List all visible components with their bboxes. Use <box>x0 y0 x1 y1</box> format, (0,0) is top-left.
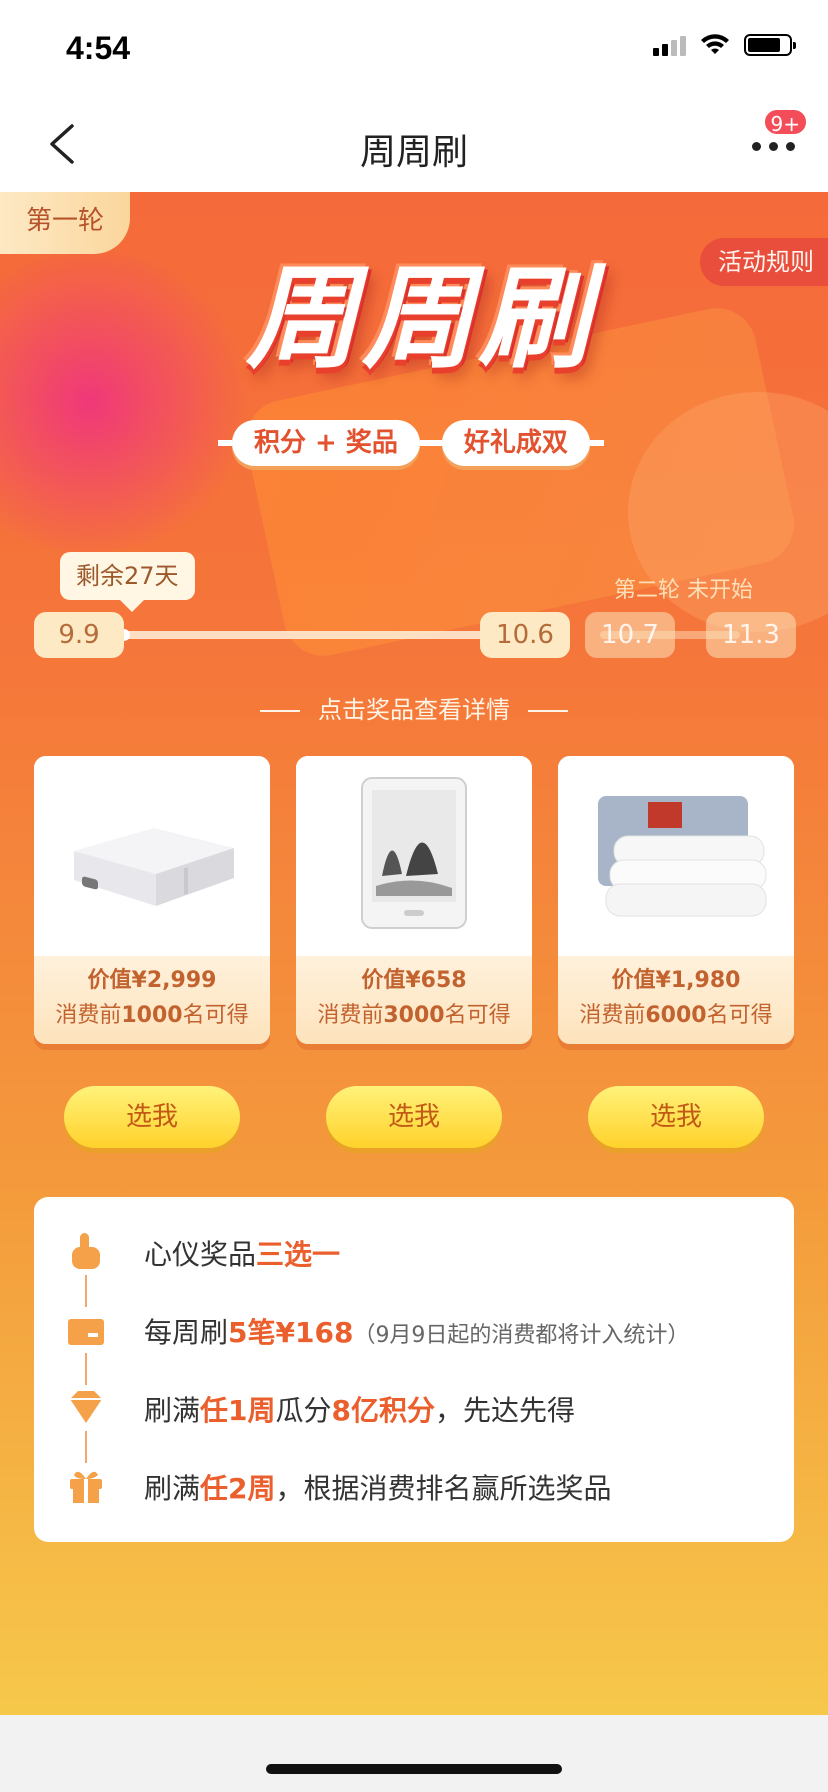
prize-condition: 消费前6000名可得 <box>579 1003 773 1028</box>
prize-info: 价值¥658 消费前3000名可得 <box>296 956 532 1044</box>
home-indicator <box>266 1764 562 1774</box>
rule-row-2: 每周刷5笔¥168（9月9日起的消费都将计入统计） <box>144 1316 690 1349</box>
projector-icon <box>34 756 270 956</box>
next-round-label: 第二轮 未开始 <box>614 578 753 603</box>
wifi-icon <box>701 34 729 54</box>
hero-subtitle: 积分 + 奖品 好礼成双 <box>218 420 604 466</box>
prize-value: 价值¥2,999 <box>87 968 217 993</box>
gift-icon <box>70 1471 102 1503</box>
date-next-end: 11.3 <box>706 612 796 658</box>
battery-icon <box>744 34 796 56</box>
prize-value: 价值¥658 <box>361 968 467 993</box>
diamond-icon <box>70 1391 102 1423</box>
main-content: 第一轮 活动规则 周周刷 积分 + 奖品 好礼成双 剩余27天 第二轮 未开始 … <box>0 192 828 1715</box>
prize-condition: 消费前1000名可得 <box>55 1003 249 1028</box>
choose-prize-1-button[interactable]: 选我 <box>64 1086 240 1148</box>
remaining-days-tip: 剩余27天 <box>60 552 195 612</box>
ereader-icon <box>296 756 532 956</box>
rule-row-1: 心仪奖品三选一 <box>144 1238 341 1271</box>
prize-info: 价值¥2,999 消费前1000名可得 <box>34 956 270 1044</box>
quilt-icon <box>558 756 794 956</box>
status-time: 4:54 <box>66 30 131 66</box>
page-title: 周周刷 <box>359 132 468 173</box>
prize-value: 价值¥1,980 <box>611 968 741 993</box>
notification-badge: 9+ <box>762 108 808 136</box>
hero-pill-right: 好礼成双 <box>441 420 590 466</box>
pointing-hand-icon <box>72 1233 100 1269</box>
round-tag: 第一轮 <box>0 192 130 254</box>
card-icon <box>68 1319 104 1345</box>
prize-info: 价值¥1,980 消费前6000名可得 <box>558 956 794 1044</box>
rule-row-3: 刷满任1周瓜分8亿积分，先达先得 <box>144 1394 576 1427</box>
nav-bar: 周周刷 9+ <box>0 96 828 192</box>
prize-hint: 点击奖品查看详情 <box>0 690 828 725</box>
progress-track <box>90 631 510 639</box>
status-bar: 4:54 <box>0 0 828 96</box>
status-icons <box>653 34 796 56</box>
date-next-start: 10.7 <box>585 612 675 658</box>
hero-title: 周周刷 <box>246 254 594 384</box>
rules-panel: 心仪奖品三选一 每周刷5笔¥168（9月9日起的消费都将计入统计） 刷满任1周瓜… <box>34 1197 794 1542</box>
date-end: 10.6 <box>480 612 570 658</box>
rule-row-4: 刷满任2周，根据消费排名赢所选奖品 <box>144 1472 612 1505</box>
rules-button[interactable]: 活动规则 <box>700 238 828 286</box>
prize-condition: 消费前3000名可得 <box>317 1003 511 1028</box>
date-start: 9.9 <box>34 612 124 658</box>
prize-card-3[interactable]: 价值¥1,980 消费前6000名可得 <box>558 756 794 1044</box>
choose-prize-3-button[interactable]: 选我 <box>588 1086 764 1148</box>
hero-pill-left: 积分 + 奖品 <box>232 420 420 466</box>
prize-card-1[interactable]: 价值¥2,999 消费前1000名可得 <box>34 756 270 1044</box>
choose-prize-2-button[interactable]: 选我 <box>326 1086 502 1148</box>
prize-card-2[interactable]: 价值¥658 消费前3000名可得 <box>296 756 532 1044</box>
signal-icon <box>653 34 686 56</box>
